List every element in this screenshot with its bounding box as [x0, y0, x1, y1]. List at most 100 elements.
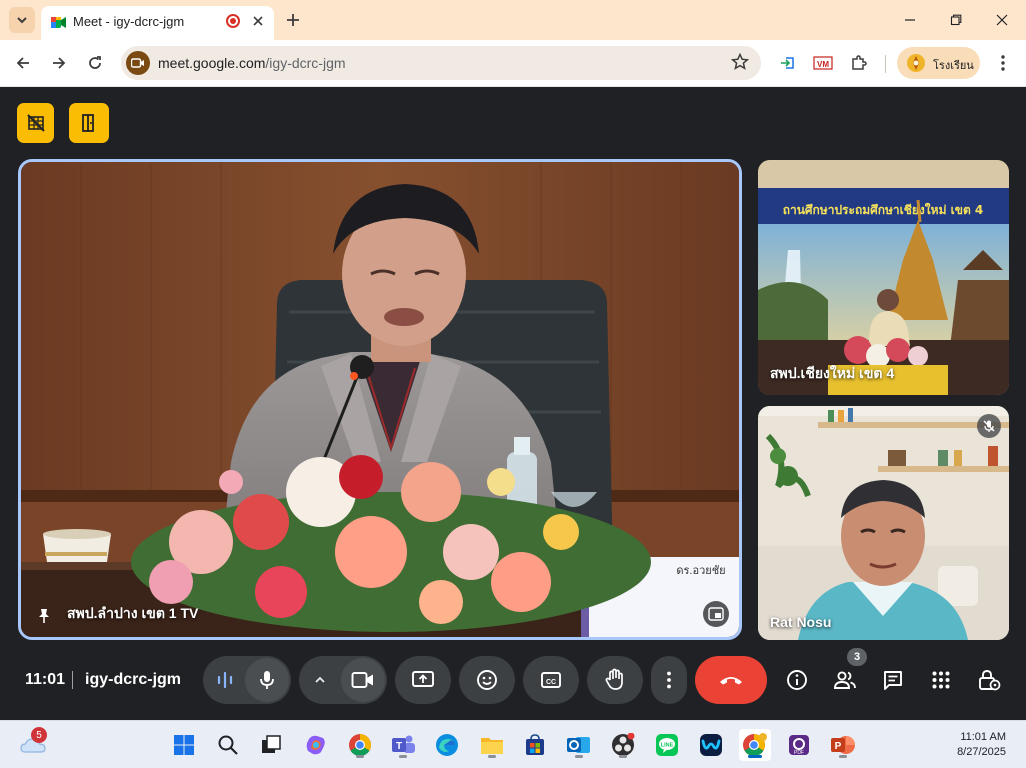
svg-text:VM: VM [817, 60, 829, 69]
no-recording-chip[interactable] [17, 103, 54, 143]
emoji-icon [477, 670, 497, 690]
participant-tile-chiangmai[interactable]: ถานศึกษาประถมศึกษาเชียงใหม่ เขต 4 สพป.เช… [758, 160, 1009, 395]
powerpoint-app[interactable]: P [827, 729, 859, 761]
task-view-icon [262, 735, 281, 753]
present-screen-icon [412, 671, 434, 687]
reactions-button[interactable] [459, 656, 515, 704]
meeting-details-button[interactable] [785, 668, 809, 692]
plus-icon [287, 14, 299, 26]
folder-icon [481, 738, 503, 754]
chrome-profile-icon [743, 733, 767, 756]
chevron-up-icon [315, 676, 325, 683]
clock-date: 8/27/2025 [957, 746, 1006, 758]
task-view-button[interactable] [255, 729, 287, 761]
extension-login-icon[interactable] [777, 52, 799, 74]
svg-text:CC: CC [546, 679, 556, 686]
system-clock[interactable]: 11:01 AM 8/27/2025 [957, 730, 1006, 760]
present-screen-button[interactable] [395, 656, 451, 704]
host-lock-icon [979, 670, 1001, 691]
site-camera-icon[interactable] [126, 51, 150, 75]
activities-button[interactable] [929, 668, 953, 692]
browser-menu-button[interactable] [992, 52, 1014, 74]
restore-icon [950, 14, 962, 26]
captions-button[interactable]: CC [523, 656, 579, 704]
forward-button[interactable] [47, 51, 71, 75]
participant-name: Rat Nosu [770, 614, 832, 630]
host-controls-button[interactable] [977, 668, 1001, 692]
raise-hand-button[interactable] [587, 656, 643, 704]
teams-icon: T [392, 735, 415, 753]
copilot-app[interactable] [300, 729, 332, 761]
chrome-app[interactable] [344, 729, 376, 761]
outlook-icon [567, 737, 590, 753]
more-options-button[interactable] [651, 656, 687, 704]
running-indicator [619, 755, 627, 758]
start-button[interactable] [168, 729, 200, 761]
teams-app[interactable]: T [387, 729, 419, 761]
reload-button[interactable] [83, 51, 107, 75]
tab-close-button[interactable] [248, 11, 268, 31]
camera-icon [351, 672, 373, 688]
extension-vm-icon[interactable]: VM [812, 52, 834, 74]
svg-text:T: T [396, 741, 402, 752]
minimize-icon [905, 19, 915, 21]
meet-stage: ดร.อวยชัย สพป.ลำปาง เขต 1 TV ถานศึกษาประ… [0, 88, 1026, 720]
obs-app[interactable] [607, 729, 639, 761]
audio-level-icon[interactable] [215, 670, 235, 695]
camera-button[interactable] [341, 658, 385, 702]
extensions-puzzle-icon[interactable] [848, 52, 870, 74]
chrome-profile-app[interactable] [739, 729, 771, 761]
new-tab-button[interactable] [282, 9, 304, 31]
companion-mode-chip[interactable] [69, 103, 109, 143]
tab-search-button[interactable] [9, 7, 35, 33]
running-indicator [399, 755, 407, 758]
video-options-button[interactable] [313, 673, 327, 692]
pin-icon[interactable] [37, 608, 51, 624]
taskbar-search-button[interactable] [212, 729, 244, 761]
address-bar[interactable]: meet.google.com/igy-dcrc-jgm [121, 46, 761, 80]
leave-call-button[interactable] [695, 656, 767, 704]
name-plate-text: ดร.อวยชัย [676, 565, 725, 577]
file-explorer-app[interactable] [476, 729, 508, 761]
edge-icon [436, 734, 458, 756]
main-tile-name: สพป.ลำปาง เขต 1 TV [67, 605, 199, 621]
store-app[interactable] [519, 729, 551, 761]
restore-button[interactable] [944, 8, 968, 32]
svg-text:PDF: PDF [794, 750, 804, 756]
pdf-editor-app[interactable]: PDF [783, 729, 815, 761]
back-button[interactable] [11, 51, 35, 75]
close-window-button[interactable] [990, 8, 1014, 32]
line-app[interactable]: LINE [651, 729, 683, 761]
main-speaker-tile[interactable]: ดร.อวยชัย สพป.ลำปาง เขต 1 TV [18, 159, 742, 640]
control-divider [72, 671, 73, 689]
participant-video-frame [758, 406, 1009, 640]
minimize-button[interactable] [898, 8, 922, 32]
stage-banner-text: ถานศึกษาประถมศึกษาเชียงใหม่ เขต 4 [783, 202, 984, 217]
edge-app[interactable] [431, 729, 463, 761]
bookmark-star-icon[interactable] [731, 53, 749, 71]
recording-indicator-icon [226, 14, 240, 28]
expand-tile-button[interactable] [703, 601, 729, 627]
picture-in-picture-icon [708, 607, 724, 621]
people-button[interactable] [833, 668, 857, 692]
profile-button[interactable]: โรงเรียน [897, 47, 980, 79]
hang-up-icon [720, 677, 742, 685]
browser-tab-meet[interactable]: Meet - igy-dcrc-jgm [41, 6, 274, 40]
browser-tab-strip: Meet - igy-dcrc-jgm [0, 0, 1026, 40]
chat-button[interactable] [881, 668, 905, 692]
more-vert-icon [1001, 55, 1005, 71]
outlook-app[interactable] [563, 729, 595, 761]
participant-tile-rat-nosu[interactable]: Rat Nosu [758, 406, 1009, 640]
webex-app[interactable] [695, 729, 727, 761]
chevron-down-icon [17, 17, 27, 24]
close-icon [996, 14, 1008, 26]
toolbar-divider [885, 55, 886, 73]
people-icon [834, 671, 856, 689]
search-icon [218, 735, 238, 755]
arrow-left-icon [16, 57, 29, 69]
microphone-button[interactable] [245, 658, 289, 702]
profile-logo-icon [907, 54, 925, 72]
profile-name: โรงเรียน [933, 60, 974, 72]
muted-mic-icon [977, 414, 1001, 438]
running-indicator [356, 755, 364, 758]
